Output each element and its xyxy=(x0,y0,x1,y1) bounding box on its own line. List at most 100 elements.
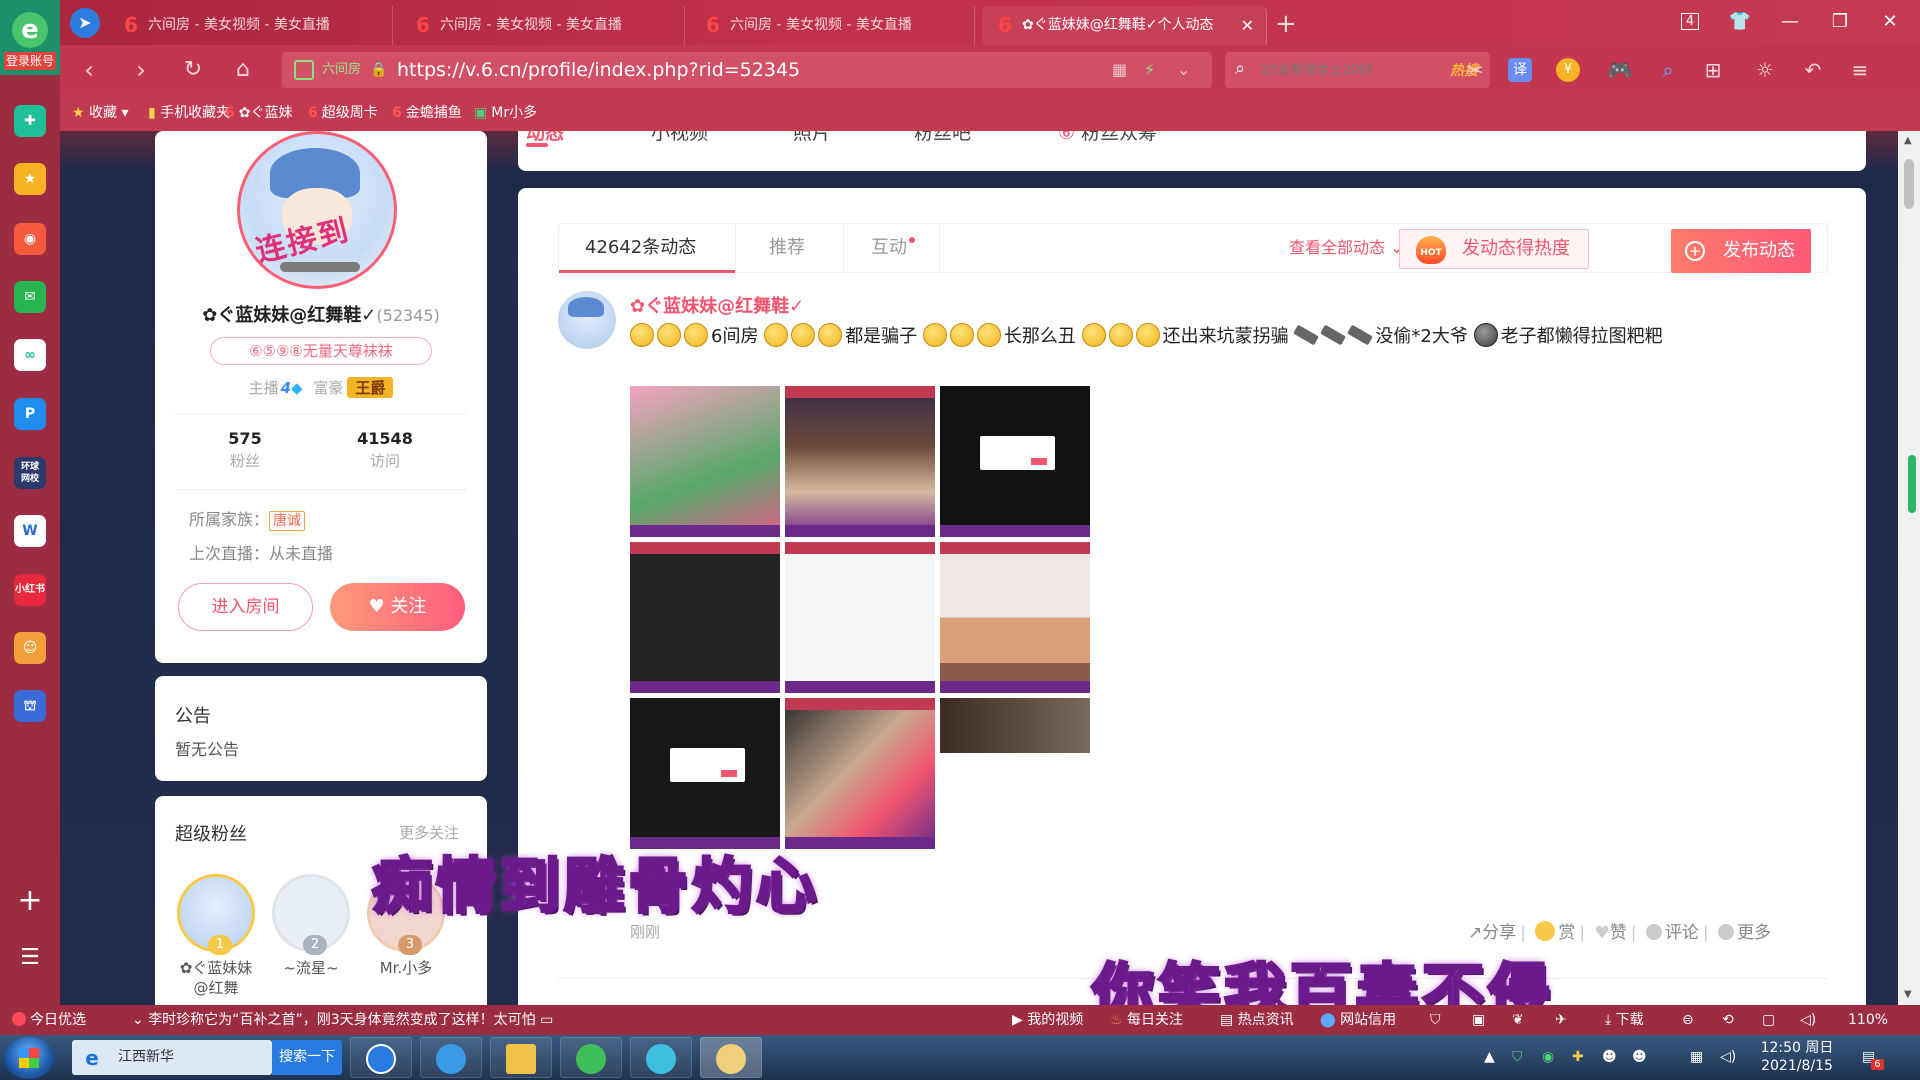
chevron-down-icon[interactable]: ⌄ xyxy=(1177,60,1190,80)
browser-tab-3[interactable]: 6 六间房 - 美女视频 - 美女直播 xyxy=(690,6,975,45)
like-action[interactable]: ♥赞 xyxy=(1595,923,1627,943)
taskbar-app-player[interactable] xyxy=(630,1037,692,1078)
window-icon[interactable]: ▢ xyxy=(1762,1005,1775,1035)
tray-qq2-icon[interactable]: ☻ xyxy=(1632,1035,1647,1080)
tray-plus-icon[interactable]: ✚ xyxy=(1572,1035,1584,1080)
taskbar-search[interactable]: e 江西新华 xyxy=(72,1040,272,1075)
zoom-level[interactable]: 110% xyxy=(1848,1005,1888,1035)
post-image[interactable] xyxy=(940,542,1090,693)
address-bar[interactable]: 六间房 🔒 https://v.6.cn/profile/index.php?r… xyxy=(282,52,1212,88)
post-image[interactable] xyxy=(630,698,780,849)
stat-fans[interactable]: 575 粉丝 xyxy=(185,429,305,471)
family-tag[interactable]: 唐诚 xyxy=(269,511,306,531)
minimize-button[interactable]: — xyxy=(1776,8,1804,36)
taskbar-app-k[interactable] xyxy=(350,1037,412,1078)
hot-news[interactable]: ▤ 热点资讯 xyxy=(1220,1005,1294,1035)
start-button[interactable] xyxy=(4,1037,54,1079)
back-button[interactable]: ‹ xyxy=(74,55,104,85)
castle-app-icon[interactable]: ⛫ xyxy=(14,690,46,722)
post-author-avatar[interactable] xyxy=(558,291,616,349)
news-app-icon[interactable]: 环球 网校 xyxy=(14,457,46,489)
yen-icon[interactable]: ¥ xyxy=(1556,58,1580,82)
forward-button[interactable]: › xyxy=(126,55,156,85)
download-item[interactable]: ⤓ 下载 xyxy=(1605,1005,1644,1035)
magnifier-icon[interactable]: ⌕ xyxy=(1653,55,1683,85)
new-tab-button[interactable]: + xyxy=(1275,6,1297,42)
follow-button[interactable]: ♥ 关注 xyxy=(330,583,465,631)
tray-network-icon[interactable]: ▦ xyxy=(1690,1035,1703,1080)
bookmark-mr-xiaoduo[interactable]: ▣ Mr小多 xyxy=(474,95,537,131)
fan-item[interactable]: 2 ~流星~ xyxy=(268,874,354,978)
post-image[interactable] xyxy=(940,386,1090,537)
home-button[interactable]: ⌂ xyxy=(228,55,258,85)
side-handle[interactable] xyxy=(1908,455,1916,513)
bookmark-favorites[interactable]: ★ 收藏 ▾ xyxy=(72,95,129,131)
weibo-icon[interactable]: ◉ xyxy=(14,223,46,255)
reload-button[interactable]: ↻ xyxy=(178,55,208,85)
fan-item[interactable]: 1 ✿ぐ蓝妹妹@红舞 xyxy=(173,874,259,998)
post-image[interactable] xyxy=(940,698,1090,753)
cast-icon[interactable]: ⊜ xyxy=(1682,1005,1694,1035)
navigation-icon[interactable]: ➤ xyxy=(70,8,100,38)
post-image[interactable] xyxy=(785,386,935,537)
comment-action[interactable]: 评论 xyxy=(1645,923,1699,943)
skin-icon[interactable]: 👕 xyxy=(1726,8,1754,36)
my-videos[interactable]: ▶ 我的视频 xyxy=(1012,1005,1083,1035)
qr-code-icon[interactable]: ▦ xyxy=(1112,60,1127,80)
volume-icon[interactable]: ◁) xyxy=(1800,1005,1816,1035)
url-text[interactable]: https://v.6.cn/profile/index.php?rid=523… xyxy=(397,52,800,88)
taskbar-search-button[interactable]: 搜索一下 xyxy=(272,1040,342,1075)
tray-volume-icon[interactable]: ◁) xyxy=(1720,1035,1736,1080)
post-image[interactable] xyxy=(785,542,935,693)
maximize-button[interactable]: ❐ xyxy=(1826,8,1854,36)
site-credit[interactable]: ⬤ 网站信用 xyxy=(1320,1005,1396,1035)
news-ticker[interactable]: ⌄ 李时珍称它为“百补之首”，刚3天身体竟然变成了这样！太可怕 ▭ xyxy=(132,1005,553,1035)
feed-tab-interact[interactable]: 互动 xyxy=(871,224,907,272)
tab-fan-bar[interactable]: 粉丝吧 xyxy=(914,131,971,143)
cloud-icon[interactable]: ∞ xyxy=(14,339,46,371)
feed-tab-all[interactable]: 42642条动态 xyxy=(585,224,696,272)
daily-follow[interactable]: ♨ 每日关注 xyxy=(1110,1005,1183,1035)
tab-counter[interactable]: 4 xyxy=(1676,8,1704,36)
scroll-thumb[interactable] xyxy=(1904,159,1914,209)
taskbar-app-active[interactable] xyxy=(700,1037,762,1078)
taskbar-app-ie[interactable] xyxy=(420,1037,482,1078)
game-controller-icon[interactable]: 🎮 xyxy=(1605,55,1635,85)
profile-avatar[interactable]: 连接到 xyxy=(237,131,397,289)
bookmark-profile[interactable]: 6 ✿ぐ蓝妹 xyxy=(225,95,292,131)
star-app-icon[interactable]: ★ xyxy=(14,163,46,195)
app-list-icon[interactable]: ☰ xyxy=(14,945,46,970)
today-picks[interactable]: 今日优选 xyxy=(12,1005,86,1035)
grid-icon[interactable]: ⊞ xyxy=(1698,55,1728,85)
tab-crowdfunding[interactable]: ⑥ 粉丝众筹 xyxy=(1058,131,1157,143)
tray-expand-icon[interactable]: ▲ xyxy=(1484,1035,1495,1080)
browser-logo[interactable]: e 登录账号 xyxy=(0,0,60,75)
more-action[interactable]: 更多 xyxy=(1718,923,1771,943)
publish-post-button[interactable]: + 发布动态 xyxy=(1671,229,1811,273)
view-all-feeds[interactable]: 查看全部动态 ⌄ xyxy=(1289,224,1404,272)
xiaohongshu-icon[interactable]: 小红书 xyxy=(14,574,46,606)
browser-tab-active[interactable]: 6 ✿ぐ蓝妹妹@红舞鞋✓个人动态 ✕ xyxy=(982,6,1267,45)
page-scrollbar[interactable]: ▲ ▼ xyxy=(1898,131,1920,1005)
scroll-up-icon[interactable]: ▲ xyxy=(1904,135,1912,146)
tab-photos[interactable]: 照片 xyxy=(793,131,831,143)
notification-icon[interactable]: ▤6 xyxy=(1862,1035,1888,1080)
bird-icon[interactable]: ❦ xyxy=(1512,1005,1524,1035)
search-input[interactable] xyxy=(1261,58,1411,82)
lightning-icon[interactable]: ⚡ xyxy=(1144,60,1155,80)
tab-feed[interactable]: 动态 xyxy=(526,131,564,143)
p-app-icon[interactable]: P xyxy=(14,398,46,430)
translate-icon[interactable]: 译 xyxy=(1508,58,1532,82)
feed-tab-recommend[interactable]: 推荐 xyxy=(769,224,805,272)
scroll-down-icon[interactable]: ▼ xyxy=(1904,989,1912,1000)
post-for-heat-button[interactable]: HOT 发动态得热度 xyxy=(1399,229,1589,269)
scissors-icon[interactable]: ✂ xyxy=(1460,55,1490,85)
tab-short-video[interactable]: 小视频 xyxy=(651,131,708,143)
post-author-name[interactable]: ✿ぐ蓝妹妹@红舞鞋✓ xyxy=(630,292,804,318)
browser-tab-2[interactable]: 6 六间房 - 美女视频 - 美女直播 xyxy=(400,6,685,45)
tray-qq-icon[interactable]: ☻ xyxy=(1602,1035,1617,1080)
word-app-icon[interactable]: W xyxy=(14,515,46,547)
undo-icon[interactable]: ↶ xyxy=(1798,55,1828,85)
add-app-icon[interactable]: + xyxy=(14,883,46,918)
bookmark-mobile[interactable]: ▮ 手机收藏夹 xyxy=(148,95,230,131)
